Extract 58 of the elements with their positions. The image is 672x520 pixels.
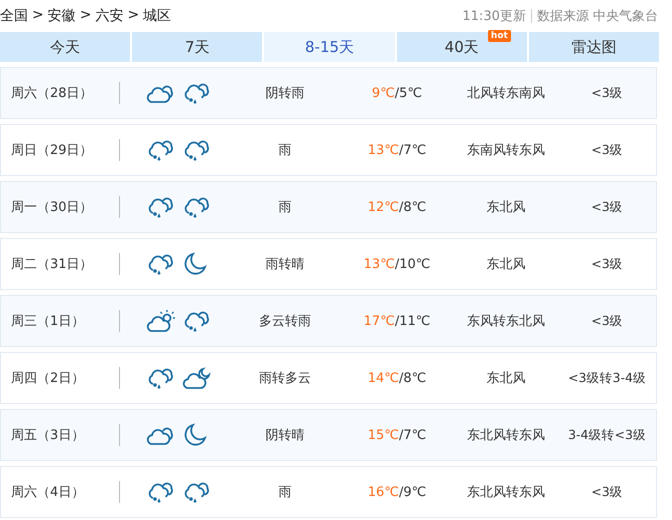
wind-force: 3-4级转<3级 — [567, 426, 647, 444]
update-time: 11:30更新 — [462, 8, 526, 25]
date-label: 周二（31日） — [10, 256, 94, 273]
wind-force: <3级 — [590, 84, 624, 102]
temperature-range: 14℃/8℃ — [366, 370, 428, 386]
temperature-range: 9℃/5℃ — [370, 86, 424, 100]
breadcrumb-separator: > — [80, 7, 92, 25]
wind-force: <3级转3-4级 — [567, 370, 647, 386]
wind-direction: 东北风 — [486, 256, 526, 273]
wind-direction: 东北风转东风 — [466, 484, 546, 501]
weather-description: 雨转多云 — [258, 370, 312, 387]
weather-description: 雨 — [278, 199, 292, 216]
weather-description: 多云转雨 — [258, 313, 312, 330]
temperature-range: 12℃/8℃ — [366, 200, 428, 214]
breadcrumb-link[interactable]: 安徽 — [48, 7, 76, 25]
wind-direction: 北风转东南风 — [466, 85, 546, 102]
date-label: 周四（2日） — [10, 370, 86, 387]
date-label: 周六（4日） — [10, 484, 86, 501]
wind-direction: 东北风 — [486, 199, 526, 216]
breadcrumb-separator: > — [32, 7, 44, 25]
moon-icon — [182, 251, 208, 277]
tab[interactable]: 今天 — [0, 32, 130, 62]
temperature-range: 13℃/10℃ — [362, 256, 432, 272]
temperature-range: 17℃/11℃ — [362, 314, 432, 328]
weather-description: 雨 — [278, 484, 292, 501]
weather-description: 阴转雨 — [264, 85, 306, 102]
tab[interactable]: 8-15天 — [264, 32, 395, 62]
date-label: 周日（29日） — [10, 142, 94, 159]
wind-direction: 东南风转东风 — [466, 142, 546, 159]
moon-icon — [182, 422, 208, 448]
wind-direction: 东北风转东风 — [466, 427, 546, 444]
moon-cloud-icon — [182, 365, 212, 391]
wind-force: <3级 — [590, 256, 624, 272]
breadcrumb-link[interactable]: 全国 — [0, 7, 28, 25]
wind-direction: 东北风 — [486, 370, 526, 387]
temperature-range: 13℃/7℃ — [366, 142, 428, 158]
temperature-range: 15℃/7℃ — [366, 428, 428, 442]
wind-direction: 东风转东北风 — [466, 313, 546, 330]
tab[interactable]: 7天 — [132, 32, 262, 62]
date-label: 周一（30日） — [10, 199, 94, 216]
date-label: 周三（1日） — [10, 313, 86, 330]
breadcrumb-link[interactable]: 城区 — [143, 7, 172, 25]
wind-force: <3级 — [590, 142, 624, 158]
sun-cloud-icon — [146, 308, 176, 334]
wind-force: <3级 — [590, 198, 624, 216]
data-source: 数据来源 中央气象台 — [536, 8, 658, 25]
wind-force: <3级 — [590, 484, 624, 500]
temperature-range: 16℃/9℃ — [366, 484, 428, 500]
weather-description: 阴转晴 — [264, 427, 306, 444]
breadcrumb-link[interactable]: 六安 — [95, 7, 124, 25]
weather-description: 雨 — [278, 142, 292, 159]
tab[interactable]: 雷达图 — [528, 32, 660, 62]
date-label: 周六（28日） — [10, 85, 94, 102]
hot-badge: hot — [488, 30, 511, 42]
weather-description: 雨转晴 — [264, 256, 306, 273]
wind-force: <3级 — [590, 312, 624, 330]
breadcrumb-separator: > — [127, 7, 140, 25]
date-label: 周五（3日） — [10, 427, 86, 444]
